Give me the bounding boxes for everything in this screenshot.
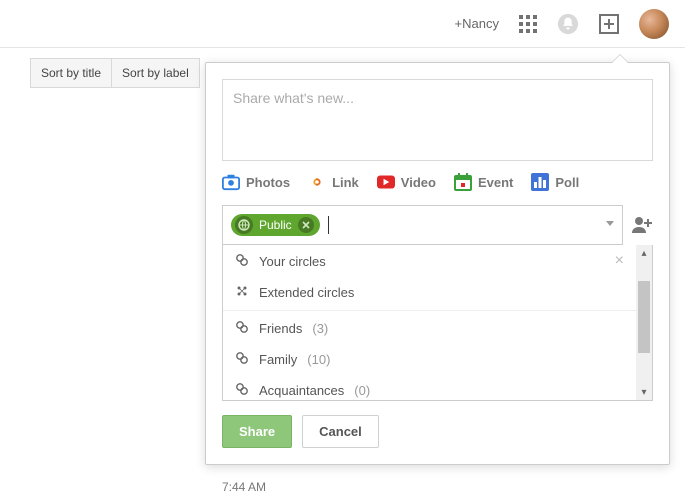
compose-input[interactable]: Share what's new...	[222, 79, 653, 161]
scroll-down-icon[interactable]: ▾	[636, 384, 652, 400]
create-post-icon[interactable]	[599, 14, 619, 34]
scrollbar[interactable]: ▴ ▾	[636, 245, 652, 400]
audience-input[interactable]: Public	[222, 205, 623, 245]
option-label: Your circles	[259, 254, 326, 269]
scroll-thumb[interactable]	[638, 281, 650, 353]
chip-label: Public	[259, 218, 292, 232]
circles-dropdown: Your circles × Extended circles Friends …	[222, 245, 653, 401]
close-icon[interactable]: ×	[615, 252, 624, 270]
apps-grid-icon[interactable]	[519, 15, 537, 33]
circles-option-family[interactable]: Family (10)	[223, 344, 636, 375]
audience-row: Public	[222, 205, 653, 245]
option-label: Friends	[259, 321, 302, 336]
circles-option-your-circles[interactable]: Your circles ×	[223, 245, 636, 277]
cancel-button[interactable]: Cancel	[302, 415, 379, 448]
attach-link[interactable]: Link	[308, 173, 359, 191]
attach-link-label: Link	[332, 175, 359, 190]
attach-poll[interactable]: Poll	[531, 173, 579, 191]
circles-option-extended[interactable]: Extended circles	[223, 277, 636, 308]
circle-icon	[235, 382, 249, 399]
attach-video-label: Video	[401, 175, 436, 190]
option-count: (3)	[312, 321, 328, 336]
video-icon	[377, 173, 395, 191]
user-label[interactable]: +Nancy	[455, 16, 499, 31]
button-row: Share Cancel	[222, 415, 653, 448]
link-icon	[308, 173, 326, 191]
share-button[interactable]: Share	[222, 415, 292, 448]
circles-icon	[235, 253, 249, 270]
add-people-icon[interactable]	[631, 215, 653, 236]
avatar[interactable]	[639, 9, 669, 39]
attach-event[interactable]: Event	[454, 173, 513, 191]
circles-option-acquaintances[interactable]: Acquaintances (0)	[223, 375, 636, 400]
sort-by-label-button[interactable]: Sort by label	[112, 58, 200, 88]
scroll-up-icon[interactable]: ▴	[636, 245, 652, 261]
audience-chip-public[interactable]: Public	[231, 214, 320, 236]
sort-by-title-button[interactable]: Sort by title	[30, 58, 112, 88]
attachment-row: Photos Link Video Event Poll	[222, 173, 653, 191]
camera-icon	[222, 173, 240, 191]
option-count: (10)	[307, 352, 330, 367]
text-cursor	[328, 216, 329, 234]
attach-video[interactable]: Video	[377, 173, 436, 191]
option-count: (0)	[354, 383, 370, 398]
attach-event-label: Event	[478, 175, 513, 190]
top-bar: +Nancy	[0, 0, 685, 48]
notifications-icon[interactable]	[557, 13, 579, 35]
globe-icon	[235, 216, 253, 234]
divider	[223, 310, 636, 311]
circle-icon	[235, 320, 249, 337]
attach-photos[interactable]: Photos	[222, 173, 290, 191]
attach-photos-label: Photos	[246, 175, 290, 190]
timestamp: 7:44 AM	[222, 480, 266, 494]
calendar-icon	[454, 173, 472, 191]
circle-icon	[235, 351, 249, 368]
poll-icon	[531, 173, 549, 191]
option-label: Extended circles	[259, 285, 354, 300]
extended-circles-icon	[235, 284, 249, 301]
attach-poll-label: Poll	[555, 175, 579, 190]
dropdown-toggle-icon[interactable]	[606, 221, 614, 226]
option-label: Family	[259, 352, 297, 367]
share-panel: Share what's new... Photos Link Video Ev…	[205, 62, 670, 465]
option-label: Acquaintances	[259, 383, 344, 398]
circles-option-friends[interactable]: Friends (3)	[223, 313, 636, 344]
chip-remove-icon[interactable]	[298, 217, 314, 233]
